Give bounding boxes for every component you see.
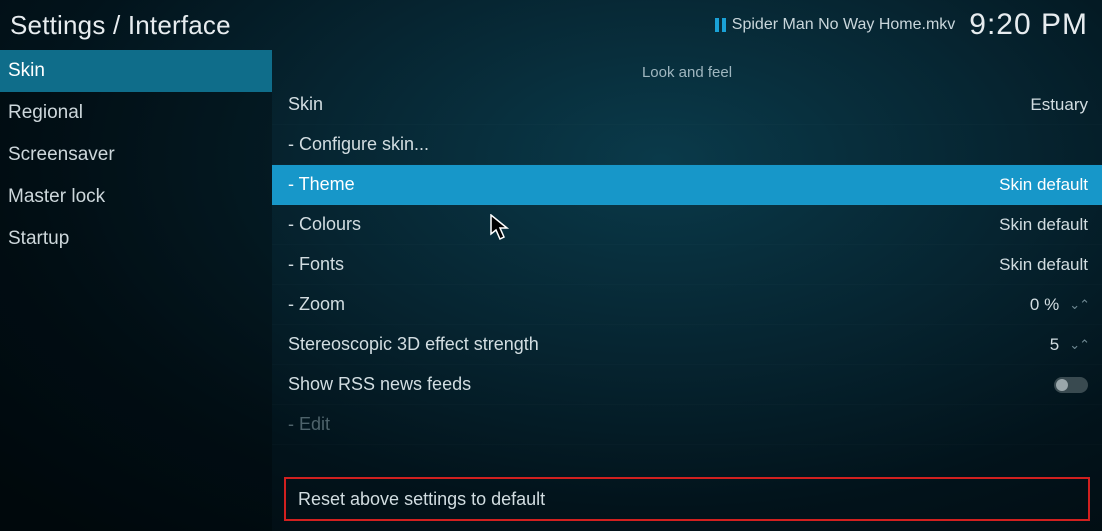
sidebar-item-label: Screensaver [8, 144, 115, 166]
reset-label: Reset above settings to default [298, 489, 545, 510]
setting-row-fonts[interactable]: - Fonts Skin default [272, 245, 1102, 285]
setting-value [1054, 377, 1088, 393]
setting-label: - Edit [288, 414, 330, 435]
sidebar-item-label: Regional [8, 102, 83, 124]
setting-row-theme[interactable]: - Theme Skin default [272, 165, 1102, 205]
sidebar-item-regional[interactable]: Regional [0, 92, 272, 134]
setting-value: Skin default [999, 255, 1088, 275]
spinner-control[interactable]: ⌄⌃ [1069, 301, 1088, 309]
main-panel: Look and feel Skin Estuary - Configure s… [272, 50, 1102, 531]
now-playing[interactable]: Spider Man No Way Home.mkv [715, 16, 955, 34]
setting-label: - Zoom [288, 294, 345, 315]
setting-row-configure-skin[interactable]: - Configure skin... [272, 125, 1102, 165]
sidebar-item-label: Master lock [8, 186, 105, 208]
header-right: Spider Man No Way Home.mkv 9:20 PM [715, 8, 1088, 42]
sidebar-item-skin[interactable]: Skin [0, 50, 272, 92]
setting-value-text: 0 % [1030, 295, 1059, 315]
setting-label: Skin [288, 94, 323, 115]
breadcrumb: Settings / Interface [10, 10, 231, 41]
setting-label: Stereoscopic 3D effect strength [288, 334, 539, 355]
sidebar: Skin Regional Screensaver Master lock St… [0, 50, 272, 531]
sidebar-item-screensaver[interactable]: Screensaver [0, 134, 272, 176]
chevron-up-icon: ⌃ [1079, 341, 1088, 349]
sidebar-item-master-lock[interactable]: Master lock [0, 176, 272, 218]
setting-value: 5 ⌄⌃ [1050, 335, 1088, 355]
app-root: Settings / Interface Spider Man No Way H… [0, 0, 1102, 531]
setting-label: - Configure skin... [288, 134, 429, 155]
pause-icon [715, 18, 726, 32]
setting-row-skin[interactable]: Skin Estuary [272, 85, 1102, 125]
chevron-up-icon: ⌃ [1079, 301, 1088, 309]
toggle-switch[interactable] [1054, 377, 1088, 393]
header: Settings / Interface Spider Man No Way H… [0, 0, 1102, 50]
sidebar-item-label: Startup [8, 228, 69, 250]
setting-label: - Colours [288, 214, 361, 235]
setting-label: - Fonts [288, 254, 344, 275]
spinner-control[interactable]: ⌄⌃ [1069, 341, 1088, 349]
body: Skin Regional Screensaver Master lock St… [0, 50, 1102, 531]
setting-row-stereoscopic[interactable]: Stereoscopic 3D effect strength 5 ⌄⌃ [272, 325, 1102, 365]
setting-value: Estuary [1030, 95, 1088, 115]
now-playing-title: Spider Man No Way Home.mkv [732, 16, 955, 34]
section-title: Look and feel [272, 50, 1102, 85]
setting-row-zoom[interactable]: - Zoom 0 % ⌄⌃ [272, 285, 1102, 325]
sidebar-item-startup[interactable]: Startup [0, 218, 272, 260]
setting-label: - Theme [288, 174, 355, 195]
reset-button[interactable]: Reset above settings to default [284, 477, 1090, 521]
chevron-down-icon: ⌄ [1069, 301, 1078, 309]
chevron-down-icon: ⌄ [1069, 341, 1078, 349]
setting-row-edit: - Edit [272, 405, 1102, 445]
settings-list: Skin Estuary - Configure skin... - Theme… [272, 85, 1102, 457]
setting-row-rss[interactable]: Show RSS news feeds [272, 365, 1102, 405]
setting-value: Skin default [999, 215, 1088, 235]
setting-value: 0 % ⌄⌃ [1030, 295, 1088, 315]
clock: 9:20 PM [969, 8, 1088, 42]
setting-row-colours[interactable]: - Colours Skin default [272, 205, 1102, 245]
sidebar-item-label: Skin [8, 60, 45, 82]
setting-value: Skin default [999, 175, 1088, 195]
setting-value-text: 5 [1050, 335, 1059, 355]
setting-label: Show RSS news feeds [288, 374, 471, 395]
